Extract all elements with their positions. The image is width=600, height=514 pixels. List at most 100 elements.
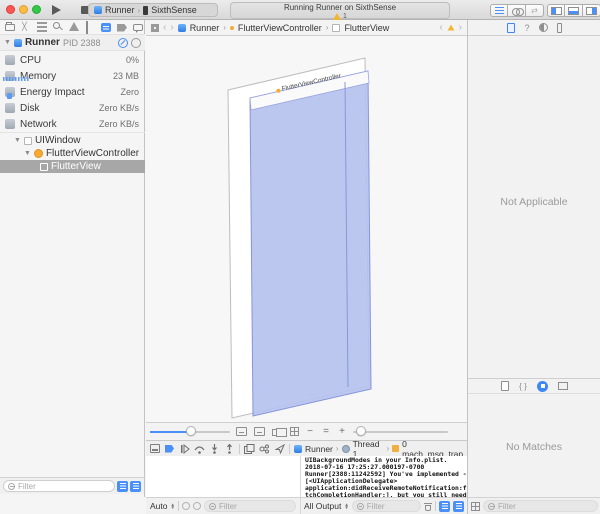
file-inspector-icon[interactable] (507, 23, 515, 33)
scheme-selector[interactable]: Runner › SixthSense (88, 3, 218, 17)
zoom-out-button[interactable]: − (305, 426, 315, 437)
source-control-navigator-icon[interactable] (21, 22, 31, 32)
issue-navigator-icon[interactable] (69, 22, 79, 32)
simulate-location-button[interactable] (274, 443, 285, 454)
memory-inspect-icon[interactable] (182, 502, 190, 510)
zoom-window-button[interactable] (32, 5, 41, 14)
gauge-row-disk[interactable]: Disk Zero KB/s (0, 100, 145, 116)
navigator-filter-input[interactable]: Filter (3, 480, 115, 492)
toggle-navigator-button[interactable] (547, 4, 565, 17)
gauge-row-memory[interactable]: Memory 23 MB (0, 68, 145, 84)
assistant-editor-button[interactable] (508, 4, 526, 17)
previous-issue-icon[interactable]: ‹ (439, 22, 442, 33)
tree-row-flutterviewcontroller[interactable]: ▼ FlutterViewController (0, 147, 145, 160)
step-over-button[interactable] (194, 443, 205, 454)
pause-debugger-icon[interactable] (118, 38, 128, 48)
hide-debug-area-button[interactable] (149, 443, 160, 454)
issue-warning-icon[interactable] (447, 25, 454, 31)
debug-view-hierarchy-button[interactable] (244, 443, 255, 454)
minimize-window-button[interactable] (19, 5, 28, 14)
media-library-icon[interactable] (558, 382, 568, 390)
standard-editor-button[interactable] (490, 4, 508, 17)
flat-view-toggle-button[interactable] (130, 481, 141, 492)
gauge-row-network[interactable]: Network Zero KB/s (0, 116, 145, 132)
continue-button[interactable] (179, 443, 190, 454)
info-icon[interactable] (193, 502, 201, 510)
variables-view[interactable] (146, 456, 301, 497)
console-scope-select[interactable]: All Output (304, 501, 341, 511)
disclosure-icon[interactable]: ▼ (14, 137, 21, 144)
tree-row-uiwindow[interactable]: ▼ UIWindow (0, 134, 145, 147)
object-inspector-icon[interactable] (539, 23, 548, 32)
tree-row-flutterview[interactable]: FlutterView (0, 160, 145, 173)
debug-navigator-icon[interactable] (101, 23, 111, 32)
quick-help-inspector-icon[interactable]: ? (524, 23, 529, 33)
console-filter-input[interactable]: Filter (352, 500, 421, 512)
scope-stepper-icon[interactable]: ▲▼ (344, 503, 348, 510)
find-navigator-icon[interactable] (53, 22, 63, 32)
toggle-inspector-button[interactable] (583, 4, 600, 17)
library-tab-bar: { } (468, 378, 600, 394)
warning-badge[interactable]: 1 (333, 13, 347, 20)
file-template-library-icon[interactable] (501, 381, 509, 391)
disk-gauge-icon (5, 103, 15, 113)
orient-front-button[interactable] (254, 427, 266, 437)
jumpbar-view[interactable]: FlutterView (344, 23, 389, 33)
filter-placeholder: Filter (367, 502, 385, 511)
debug-bottom-bar: Auto ▲▼ Filter All Output ▲▼ Filter (146, 497, 467, 514)
object-library-icon[interactable] (537, 381, 548, 392)
flutterview-plane[interactable] (250, 71, 371, 416)
breakpoint-navigator-icon[interactable] (117, 24, 127, 32)
next-issue-icon[interactable]: › (459, 22, 462, 33)
network-gauge-icon (5, 119, 15, 129)
report-navigator-icon[interactable] (133, 24, 143, 31)
breakpoints-toggle-button[interactable] (164, 443, 175, 454)
close-window-button[interactable] (6, 5, 15, 14)
process-header-row[interactable]: ▼ Runner PID 2388 (0, 34, 145, 51)
variables-scope-select[interactable]: Auto (150, 501, 168, 511)
library-filter-input[interactable]: Filter (483, 500, 598, 512)
console-output[interactable]: UIBackgroundModes in your Info.plist. 20… (302, 456, 467, 497)
jumpbar-project[interactable]: Runner (190, 23, 220, 33)
step-out-button[interactable] (224, 443, 235, 454)
toolbar: Runner › SixthSense Running Runner on Si… (0, 0, 600, 20)
range-slider[interactable] (353, 431, 448, 433)
view-process-icon[interactable] (131, 38, 141, 48)
go-back-icon[interactable]: ‹ (163, 22, 166, 33)
zoom-in-button[interactable]: + (337, 426, 347, 437)
memory-graph-button[interactable] (259, 443, 270, 454)
orient-left-button[interactable] (236, 427, 248, 437)
project-navigator-icon[interactable] (5, 22, 15, 32)
editor-mode-buttons: ⇄ (490, 4, 544, 17)
test-navigator-icon[interactable] (85, 22, 95, 32)
zoom-actual-button[interactable]: = (321, 426, 331, 437)
toggle-console-view-button[interactable] (453, 501, 464, 512)
run-button[interactable] (52, 5, 61, 15)
clear-console-icon[interactable] (424, 502, 432, 511)
version-editor-button[interactable]: ⇄ (526, 4, 544, 17)
step-into-button[interactable] (209, 443, 220, 454)
show-layers-button[interactable] (272, 427, 284, 437)
variables-filter-input[interactable]: Filter (204, 500, 296, 512)
toggle-debug-area-button[interactable] (565, 4, 583, 17)
debug-jumpbar-process[interactable]: Runner (305, 444, 333, 454)
related-items-icon[interactable] (151, 24, 159, 32)
view-debugger-canvas[interactable]: FlutterViewController (146, 36, 467, 422)
size-inspector-icon[interactable] (557, 23, 562, 33)
gauge-row-energy[interactable]: Energy Impact Zero (0, 84, 145, 100)
symbol-navigator-icon[interactable] (37, 22, 47, 32)
scope-stepper-icon[interactable]: ▲▼ (171, 503, 175, 510)
gauge-row-cpu[interactable]: CPU 0% (0, 52, 145, 68)
canvas-grid-icon[interactable] (290, 427, 299, 436)
jumpbar-controller[interactable]: FlutterViewController (238, 23, 322, 33)
standard-editor-icon (495, 7, 504, 14)
disclosure-icon[interactable]: ▼ (4, 39, 11, 46)
toggle-variables-view-button[interactable] (439, 501, 450, 512)
code-snippet-library-icon[interactable]: { } (519, 381, 527, 391)
go-forward-icon[interactable]: › (170, 22, 173, 33)
show-running-processes-button[interactable] (117, 481, 128, 492)
spacing-slider[interactable] (150, 431, 230, 433)
library-grid-icon[interactable] (471, 502, 480, 511)
disclosure-icon[interactable]: ▼ (24, 150, 31, 157)
gauge-value: Zero KB/s (99, 119, 139, 129)
